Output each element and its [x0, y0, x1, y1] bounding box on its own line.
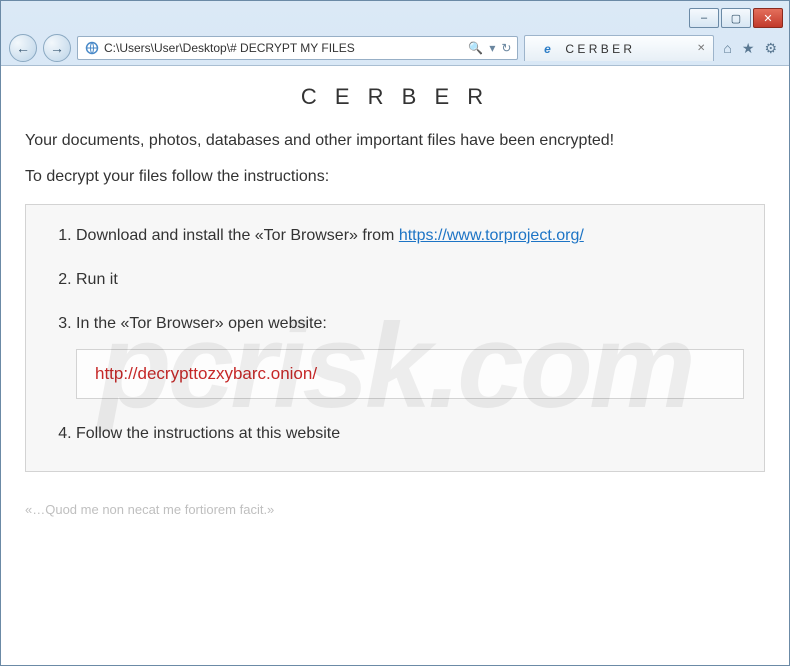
- step-4: Follow the instructions at this website: [76, 425, 744, 443]
- step-3: In the «Tor Browser» open website: http:…: [76, 315, 744, 399]
- tab-title: C E R B E R: [565, 42, 632, 56]
- page-content: pcrisk.com C E R B E R Your documents, p…: [1, 65, 789, 665]
- back-button[interactable]: ←: [9, 34, 37, 62]
- close-button[interactable]: ✕: [753, 8, 783, 28]
- browser-tools: ⌂ ★ ⚙: [719, 40, 781, 57]
- forward-button[interactable]: →: [43, 34, 71, 62]
- maximize-button[interactable]: ▢: [721, 8, 751, 28]
- window-titlebar: – ▢ ✕: [1, 1, 789, 31]
- browser-window: – ▢ ✕ ← → C:\Users\User\Desktop\# DECRYP…: [0, 0, 790, 666]
- instructions-intro: To decrypt your files follow the instruc…: [25, 168, 765, 186]
- footer-quote: «…Quod me non necat me fortiorem facit.»: [25, 502, 765, 517]
- onion-url[interactable]: http://decrypttozxybarc.onion/: [95, 364, 317, 383]
- minimize-button[interactable]: –: [689, 8, 719, 28]
- tor-project-link[interactable]: https://www.torproject.org/: [399, 227, 584, 244]
- ie-page-icon: [84, 40, 100, 56]
- tab-close-icon[interactable]: ✕: [697, 43, 705, 54]
- browser-tab[interactable]: e C E R B E R ✕: [524, 35, 714, 61]
- browser-toolbar: ← → C:\Users\User\Desktop\# DECRYPT MY F…: [1, 31, 789, 65]
- step-1: Download and install the «Tor Browser» f…: [76, 227, 744, 245]
- search-icon[interactable]: 🔍: [468, 41, 483, 55]
- onion-url-box: http://decrypttozxybarc.onion/: [76, 349, 744, 399]
- instructions-list: Download and install the «Tor Browser» f…: [46, 227, 744, 443]
- dropdown-icon[interactable]: ▾: [489, 41, 495, 55]
- address-tools: 🔍 ▾ ↻: [462, 41, 517, 55]
- step-1-text: Download and install the «Tor Browser» f…: [76, 227, 399, 244]
- favorites-icon[interactable]: ★: [742, 40, 755, 57]
- step-3-text: In the «Tor Browser» open website:: [76, 315, 327, 332]
- settings-icon[interactable]: ⚙: [764, 40, 777, 57]
- home-icon[interactable]: ⌂: [723, 40, 731, 57]
- ie-tab-icon: e: [539, 41, 555, 57]
- address-text: C:\Users\User\Desktop\# DECRYPT MY FILES: [104, 41, 462, 55]
- address-bar[interactable]: C:\Users\User\Desktop\# DECRYPT MY FILES…: [77, 36, 518, 60]
- refresh-icon[interactable]: ↻: [501, 41, 511, 55]
- step-2: Run it: [76, 271, 744, 289]
- instructions-box: Download and install the «Tor Browser» f…: [25, 204, 765, 472]
- page-title: C E R B E R: [25, 84, 765, 110]
- encrypted-warning: Your documents, photos, databases and ot…: [25, 132, 765, 150]
